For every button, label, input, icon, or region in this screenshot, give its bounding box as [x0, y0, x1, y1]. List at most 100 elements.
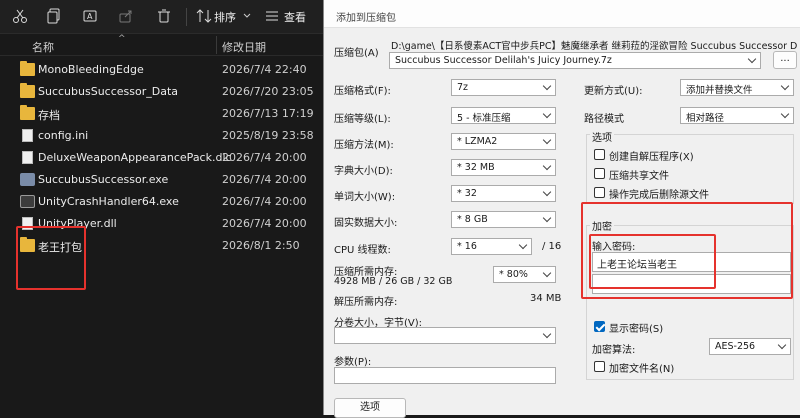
view-button[interactable]: 查看: [284, 9, 306, 25]
word-label: 单词大小(W):: [334, 192, 396, 203]
cpu-select[interactable]: * 16: [451, 238, 532, 255]
file-name: SuccubusSuccessor_Data: [38, 85, 179, 98]
enc-method-label: 加密算法:: [592, 345, 636, 356]
dialog-title-bar[interactable]: 添加到压缩包: [324, 0, 800, 28]
file-row[interactable]: 存档 2026/7/13 17:19: [0, 103, 325, 125]
delete-icon[interactable]: [156, 8, 172, 24]
method-value: * LZMA2: [457, 136, 498, 147]
enc-method-value: AES-256: [715, 341, 756, 352]
chevron-down-icon[interactable]: [777, 340, 787, 350]
params-label: 参数(P):: [334, 357, 372, 368]
sort-icon: [196, 9, 212, 23]
highlight-box: [16, 226, 86, 290]
options-button[interactable]: 选项: [334, 398, 406, 418]
chevron-down-icon[interactable]: [780, 109, 790, 119]
split-select[interactable]: [334, 327, 556, 344]
solid-select[interactable]: * 8 GB: [451, 211, 556, 228]
method-select[interactable]: * LZMA2: [451, 133, 556, 150]
dialog-title: 添加到压缩包: [336, 13, 396, 24]
chevron-down-icon[interactable]: [542, 213, 552, 223]
chevron-down-icon[interactable]: [780, 81, 790, 91]
chevron-down-icon[interactable]: [542, 329, 552, 339]
show-password-label: 显示密码(S): [609, 324, 664, 335]
add-to-archive-dialog: 添加到压缩包 压缩包(A) D:\game\【日系傻素ACT官中步兵PC】魅魔继…: [323, 0, 800, 418]
toolbar-separator: [186, 8, 187, 26]
chevron-down-icon[interactable]: [518, 240, 528, 250]
shared-checkbox[interactable]: [594, 168, 605, 179]
file-row[interactable]: config.ini 2025/8/19 23:58: [0, 125, 325, 147]
copy-icon[interactable]: [46, 8, 62, 24]
chevron-down-icon[interactable]: [542, 109, 552, 119]
file-row[interactable]: UnityCrashHandler64.exe 2026/7/4 20:00: [0, 191, 325, 213]
file-row[interactable]: DeluxeWeaponAppearancePack.dlc 2026/7/4 …: [0, 147, 325, 169]
dict-select[interactable]: * 32 MB: [451, 159, 556, 176]
level-value: 5 - 标准压缩: [457, 113, 511, 124]
rename-icon[interactable]: A: [82, 8, 98, 24]
svg-text:A: A: [87, 12, 93, 21]
cpu-label: CPU 线程数:: [334, 245, 391, 256]
update-label: 更新方式(U):: [584, 86, 643, 97]
file-date: 2025/8/19 23:58: [222, 129, 314, 142]
file-date: 2026/7/20 23:05: [222, 85, 314, 98]
dict-value: * 32 MB: [457, 162, 495, 173]
column-divider[interactable]: [216, 36, 217, 54]
file-name: SuccubusSuccessor.exe: [38, 173, 169, 186]
file-date: 2026/7/4 22:40: [222, 63, 307, 76]
chevron-down-icon[interactable]: [542, 268, 552, 278]
path-select[interactable]: 相对路径: [680, 107, 794, 124]
archive-name-value: Succubus Successor Delilah's Juicy Journ…: [395, 55, 612, 66]
update-value: 添加并替换文件: [686, 85, 753, 96]
path-value: 相对路径: [686, 113, 725, 124]
file-name: config.ini: [38, 129, 89, 142]
file-date: 2026/7/13 17:19: [222, 107, 314, 120]
encrypt-names-checkbox[interactable]: [594, 361, 605, 372]
update-select[interactable]: 添加并替换文件: [680, 79, 794, 96]
sort-button[interactable]: 排序: [214, 9, 236, 25]
solid-value: * 8 GB: [457, 214, 488, 225]
browse-button[interactable]: ...: [773, 51, 797, 69]
word-select[interactable]: * 32: [451, 185, 556, 202]
cpu-value: * 16: [457, 241, 477, 252]
delete-source-checkbox[interactable]: [594, 187, 605, 198]
method-label: 压缩方法(M):: [334, 140, 394, 151]
share-icon[interactable]: [118, 8, 134, 24]
folder-icon: [20, 61, 35, 76]
file-date: 2026/7/4 20:00: [222, 217, 307, 230]
file-icon: [22, 151, 33, 164]
options-group-title: 选项: [590, 129, 614, 144]
sfx-checkbox[interactable]: [594, 149, 605, 160]
chevron-down-icon[interactable]: [542, 135, 552, 145]
column-name[interactable]: 名称: [32, 39, 54, 55]
format-select[interactable]: 7z: [451, 79, 556, 96]
mem-comp-detail: 4928 MB / 26 GB / 32 GB: [334, 276, 453, 287]
cut-icon[interactable]: [12, 8, 28, 24]
path-label: 路径模式: [584, 114, 624, 125]
archive-name-combo[interactable]: Succubus Successor Delilah's Juicy Journ…: [389, 52, 761, 69]
file-icon: [22, 129, 33, 142]
shared-label: 压缩共享文件: [609, 171, 669, 182]
show-password-checkbox[interactable]: [594, 321, 605, 332]
encrypt-names-label: 加密文件名(N): [609, 364, 675, 375]
enc-method-select[interactable]: AES-256: [709, 338, 791, 355]
file-row[interactable]: SuccubusSuccessor_Data 2026/7/20 23:05: [0, 81, 325, 103]
params-input[interactable]: [334, 367, 556, 384]
column-date[interactable]: 修改日期: [222, 39, 266, 55]
folder-icon: [20, 83, 35, 98]
highlight-box-password: [589, 234, 716, 289]
explorer-toolbar: A 排序 查看: [0, 0, 325, 34]
file-name: 存档: [38, 109, 60, 122]
chevron-down-icon[interactable]: [542, 81, 552, 91]
chevron-down-icon[interactable]: [542, 187, 552, 197]
chevron-down-icon[interactable]: [747, 54, 757, 64]
level-select[interactable]: 5 - 标准压缩: [451, 107, 556, 124]
file-date: 2026/7/4 20:00: [222, 195, 307, 208]
file-date: 2026/7/4 20:00: [222, 151, 307, 164]
chevron-down-icon[interactable]: [242, 8, 252, 24]
chevron-down-icon[interactable]: [542, 161, 552, 171]
sfx-label: 创建自解压程序(X): [609, 152, 694, 163]
file-row[interactable]: MonoBleedingEdge 2026/7/4 22:40: [0, 59, 325, 81]
file-row[interactable]: SuccubusSuccessor.exe 2026/7/4 20:00: [0, 169, 325, 191]
archive-label: 压缩包(A): [334, 48, 379, 59]
word-value: * 32: [457, 188, 477, 199]
mem-usage-select[interactable]: * 80%: [493, 266, 556, 283]
